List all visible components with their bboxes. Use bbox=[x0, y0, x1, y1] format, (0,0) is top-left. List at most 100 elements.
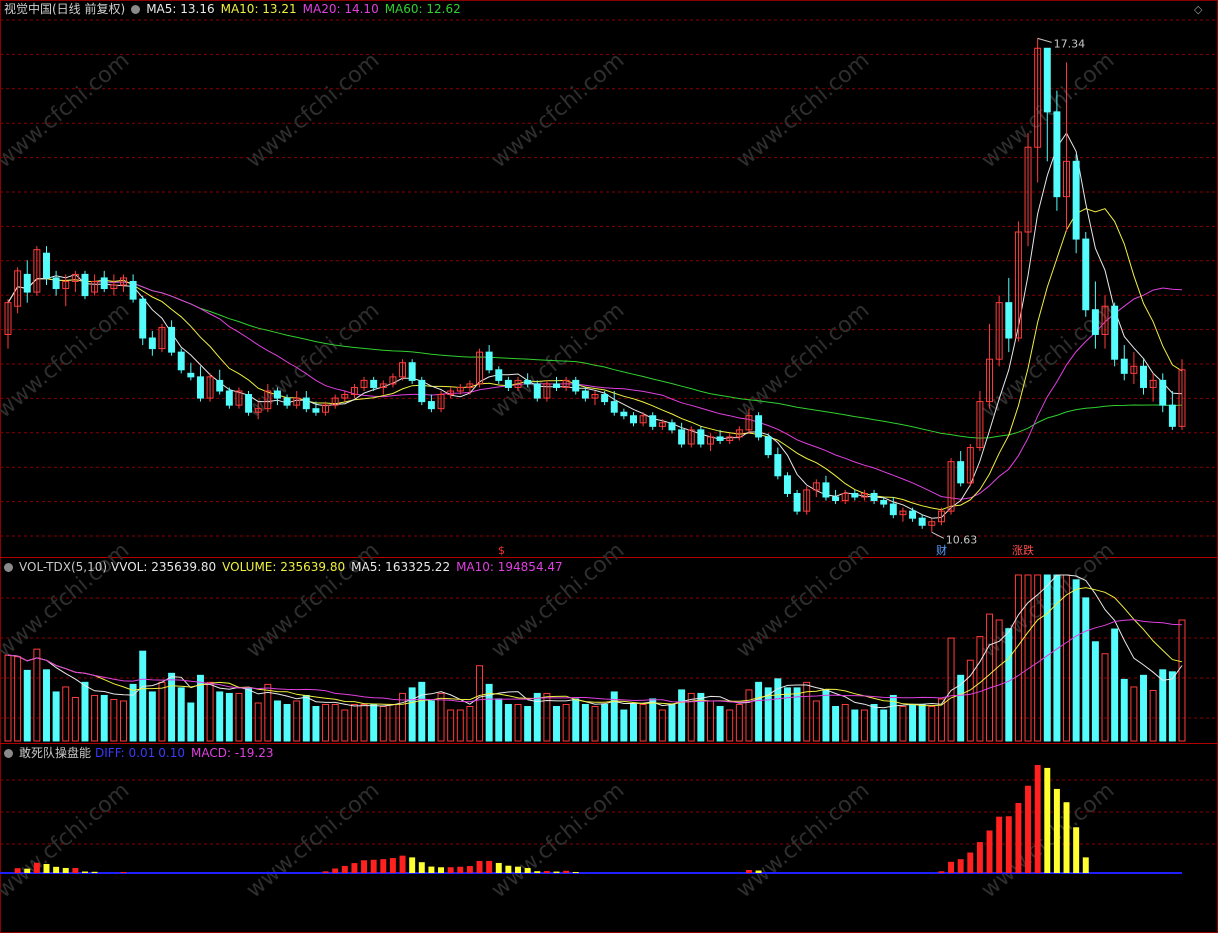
volume-bar bbox=[1101, 653, 1109, 742]
volume-bar bbox=[427, 700, 435, 742]
macd-bar bbox=[957, 859, 964, 873]
volume-bar bbox=[447, 709, 455, 742]
volume-bar bbox=[1149, 689, 1157, 742]
volume-bar bbox=[273, 700, 281, 742]
macd-bar bbox=[409, 857, 416, 873]
macd-label: MACD: -19.23 bbox=[190, 746, 274, 760]
volume-bar bbox=[62, 686, 70, 742]
settings-dot-icon[interactable] bbox=[4, 749, 13, 758]
macd-bar bbox=[1063, 802, 1070, 873]
volume-bar bbox=[591, 706, 599, 742]
macd-bar bbox=[53, 866, 60, 873]
low-label: 10.63 bbox=[946, 533, 978, 546]
volume-bar bbox=[418, 681, 426, 742]
candle bbox=[649, 415, 657, 427]
volume-bar bbox=[302, 694, 310, 742]
candle bbox=[273, 390, 281, 399]
macd-bar bbox=[1005, 816, 1012, 873]
watermark-text: www.cfchi.com bbox=[732, 48, 874, 173]
volume-bar bbox=[408, 687, 416, 742]
volume-bar bbox=[860, 709, 868, 742]
settings-dot-icon[interactable] bbox=[131, 5, 141, 14]
volume-bar bbox=[1072, 579, 1080, 742]
candle bbox=[1005, 302, 1013, 339]
volume-bar bbox=[639, 703, 647, 742]
candle bbox=[177, 351, 185, 371]
diff-label: DIFF: 0.01 bbox=[95, 746, 156, 760]
volume-bar bbox=[793, 687, 801, 742]
volume-bar bbox=[553, 706, 560, 742]
candle bbox=[1082, 238, 1090, 311]
volume-bar bbox=[1168, 671, 1176, 742]
macd-bar bbox=[389, 858, 396, 873]
watermark-text: www.cfchi.com bbox=[0, 298, 134, 423]
macd-bar bbox=[986, 830, 993, 873]
candle bbox=[168, 326, 176, 353]
candle bbox=[225, 390, 233, 406]
stock-chart[interactable]: www.cfchi.com www.cfchi.com www.cfchi.com w… bbox=[0, 0, 1218, 933]
volume-bar bbox=[803, 681, 811, 742]
candle bbox=[755, 415, 763, 438]
volume-bar bbox=[899, 706, 907, 742]
macd-bar bbox=[33, 862, 40, 873]
volume-bar bbox=[524, 706, 532, 742]
volume-bar bbox=[495, 698, 503, 742]
candle bbox=[668, 422, 676, 431]
volume-bar bbox=[928, 706, 936, 742]
volume-bar bbox=[832, 706, 840, 742]
candle bbox=[52, 277, 60, 290]
volume-label: VOLUME: 235639.80 bbox=[222, 560, 346, 574]
candle bbox=[129, 280, 137, 300]
macd-bar bbox=[1044, 767, 1051, 873]
volume-bar bbox=[822, 689, 830, 742]
volume-bar bbox=[658, 709, 666, 742]
macd-bar bbox=[418, 862, 425, 873]
macd-bar bbox=[62, 867, 69, 873]
volume-bar bbox=[533, 692, 541, 742]
macd-bar bbox=[351, 863, 358, 873]
candle bbox=[43, 252, 50, 279]
volume-bar bbox=[312, 706, 320, 742]
macd-bar bbox=[572, 871, 579, 873]
candle bbox=[918, 517, 926, 526]
candle bbox=[283, 397, 291, 406]
candle bbox=[889, 503, 897, 516]
diamond-icon[interactable]: ◇ bbox=[1194, 3, 1210, 16]
volume-bar bbox=[119, 700, 127, 742]
candle bbox=[764, 436, 772, 456]
watermark-text: www.cfchi.com bbox=[242, 48, 384, 173]
volume-bar bbox=[716, 706, 724, 742]
watermark-text: www.cfchi.com bbox=[487, 538, 629, 663]
volume-bar bbox=[1130, 686, 1138, 742]
volume-bar bbox=[331, 703, 339, 742]
candle bbox=[630, 415, 637, 424]
volume-bar bbox=[110, 699, 118, 742]
volume-bar bbox=[851, 709, 859, 742]
volume-bar bbox=[726, 709, 734, 742]
watermark-text: www.cfchi.com bbox=[487, 48, 629, 173]
macd-bar bbox=[495, 862, 502, 873]
candle bbox=[485, 351, 493, 371]
watermark-text: www.cfchi.com bbox=[242, 538, 384, 663]
candle bbox=[302, 397, 310, 410]
watermark-text: www.cfchi.com bbox=[732, 538, 874, 663]
volume-bar bbox=[976, 636, 984, 742]
volume-bar bbox=[52, 691, 60, 742]
volume-bar bbox=[245, 687, 253, 742]
settings-dot-icon[interactable] bbox=[4, 563, 13, 572]
macd-bar bbox=[486, 860, 493, 873]
volume-bar bbox=[572, 698, 580, 742]
candle bbox=[23, 273, 31, 293]
candle bbox=[620, 411, 628, 417]
macd-bar bbox=[1015, 802, 1022, 873]
volume-bar bbox=[23, 669, 31, 742]
watermark-text: www.cfchi.com bbox=[0, 538, 134, 663]
candle bbox=[533, 383, 541, 399]
volume-bar bbox=[225, 692, 233, 742]
volume-bar bbox=[14, 656, 22, 742]
candle bbox=[581, 390, 589, 399]
high-pointer bbox=[1037, 37, 1052, 43]
candle bbox=[1140, 365, 1147, 388]
ma60-label: MA60: 12.62 bbox=[384, 2, 461, 16]
candle bbox=[697, 429, 705, 445]
